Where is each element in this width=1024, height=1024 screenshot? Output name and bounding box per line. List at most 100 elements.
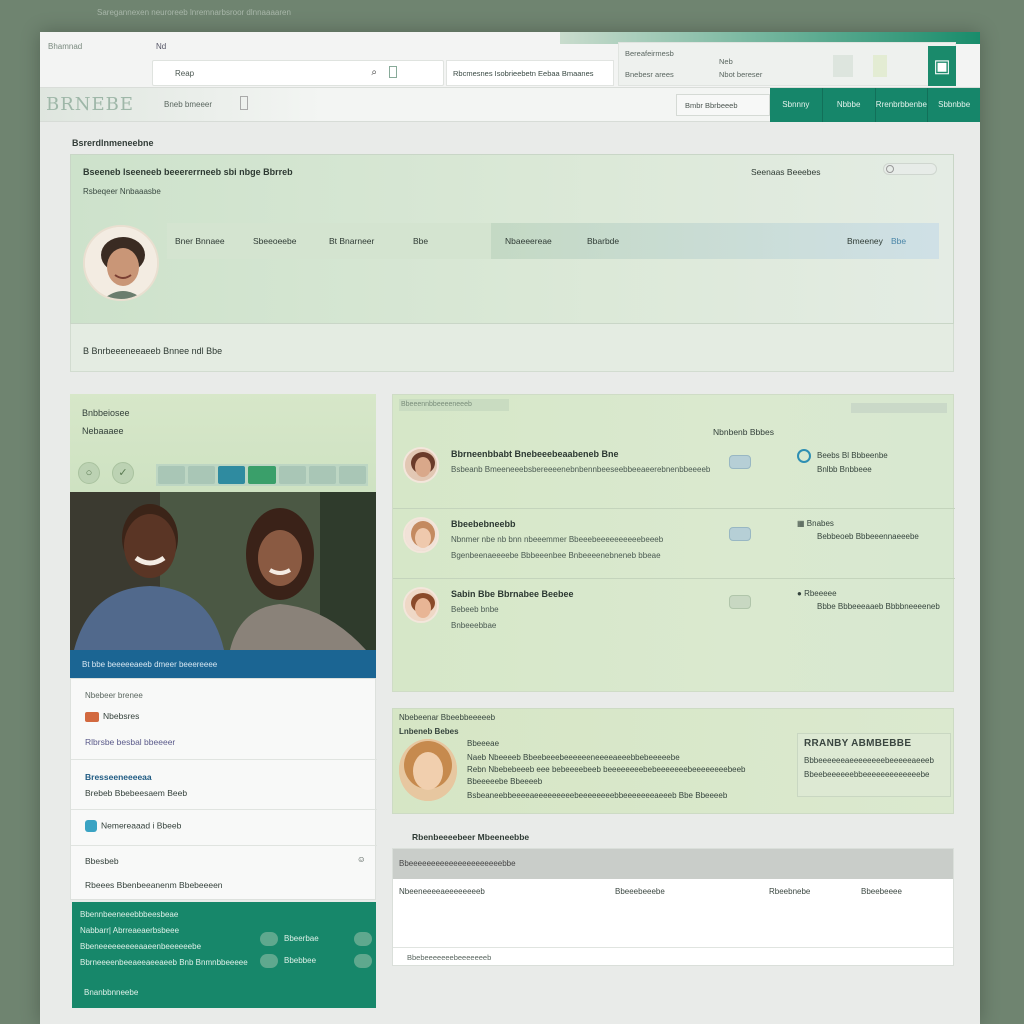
menu-item[interactable]: Rrenbrbbenbe: [876, 88, 929, 122]
table-cell[interactable]: Nbeeneeeeaeeeeeeeeb: [399, 887, 485, 896]
stat-label[interactable]: Bmeeney: [847, 236, 883, 246]
toolbar-tile-icon[interactable]: [833, 55, 853, 77]
profile-footer-text: B Bnrbeeeneeaeeb Bnnee ndl Bbe: [83, 346, 223, 356]
toggle-icon[interactable]: [260, 954, 278, 968]
tool-icon[interactable]: [278, 466, 306, 484]
table-footer: Bbebeeeeeeebeeeeeeeb: [407, 953, 492, 962]
tool-icon[interactable]: [188, 466, 216, 484]
profile-subtitle: Rsbeqeer Nnbaaasbe: [83, 187, 161, 196]
stat-label[interactable]: Sbeeoeebe: [253, 236, 297, 246]
table-header: Bbeeeeeeeeeeeeeeeeeeeeebbe: [393, 849, 953, 879]
tool-icon[interactable]: [308, 466, 336, 484]
table-divider: [393, 947, 953, 948]
left-title: Bnbbeiosee: [82, 408, 130, 418]
table-cell[interactable]: Bbeeebeeebe: [615, 887, 665, 896]
message-sender: Bbeebebneebb: [451, 519, 516, 529]
left-promo-card: Bbennbeeneeebbbeesbeae Nabbarr| Abrreaea…: [72, 902, 376, 1008]
message-row[interactable]: Bbeebebneebb Nbnmer nbe nb bnn nbeeemmer…: [393, 509, 955, 579]
toggle-icon[interactable]: [354, 932, 372, 946]
message-meta: Beebs Bl Bbbeenbe Bnlbb Bnbbeee: [797, 449, 888, 476]
promo-line: Bbeneeeeeeeeeaaeenbeeeeeebe: [80, 942, 202, 951]
data-table: Bbeeeeeeeeeeeeeeeeeeeeebbe Nbeeneeeeaeee…: [392, 848, 954, 966]
search-icon[interactable]: ⌕: [371, 67, 377, 78]
browser-tab[interactable]: Nd: [156, 42, 166, 51]
address-field[interactable]: Rbcmesnes Isobrieebetn Eebaa Bmaanes: [446, 60, 614, 86]
feature-highlight[interactable]: RRANBY ABMBEBBE Bbbeeeeeeaeeeeeeeebeeeee…: [797, 733, 951, 797]
feature-card: Nbebeenar Bbeebbeeeeeb Lnbeneb Bebes Bbe…: [392, 708, 954, 814]
promo-option[interactable]: Bbeerbae: [284, 934, 319, 943]
list-item-title[interactable]: Bresseeneeeeaa: [85, 772, 152, 782]
puzzle-icon[interactable]: ▣: [928, 46, 956, 86]
url-bar[interactable]: Reap ⌕: [152, 60, 444, 86]
list-header: Nbebeer brenee: [85, 691, 143, 700]
attachment-icon[interactable]: [729, 455, 751, 469]
stat-label[interactable]: Bbe: [413, 236, 428, 246]
stat-label[interactable]: Nbaeeereae: [505, 236, 552, 246]
list-item[interactable]: Rbeees Bbenbeeanenm Bbebeeeen: [85, 880, 223, 890]
bookmark-icon[interactable]: [389, 66, 397, 78]
person-avatar-icon: [85, 227, 157, 299]
messages-tab[interactable]: Bbeeennbbeeeeneeeb: [399, 399, 509, 411]
stat-label[interactable]: Bt Bnarneer: [329, 236, 374, 246]
messages-search[interactable]: [851, 403, 947, 413]
tool-icon[interactable]: [338, 466, 366, 484]
avatar[interactable]: [403, 447, 439, 483]
message-sender: Bbrneenbbabt Bnebeeebeaabeneb Bne: [451, 449, 619, 459]
profile-status: Seenaas Beeebes: [751, 167, 821, 177]
person-avatar-icon: [399, 739, 457, 801]
profile-headline: Bseeneb lseeneeb beeererrneeb sbi nbge B…: [83, 167, 293, 177]
toolbar-tile-icon[interactable]: [873, 55, 887, 77]
nav-link[interactable]: Bneb bmeeer: [164, 100, 212, 109]
person-avatar-icon: [405, 449, 437, 481]
stat-label[interactable]: Bner Bnnaee: [175, 236, 225, 246]
site-logo[interactable]: BRNEBE: [46, 92, 142, 118]
feature-highlight-line: Bbeebeeeeeebbeeeeeeeeeeeeebe: [804, 770, 930, 779]
attachment-icon[interactable]: [729, 595, 751, 609]
list-item[interactable]: Nemereaaad i Bbeeb: [85, 820, 181, 832]
message-preview: Bnbeeebbae: [451, 621, 497, 630]
nav-search-box[interactable]: Bmbr Bbrbeeeb: [676, 94, 770, 116]
tool-icon[interactable]: [248, 466, 276, 484]
table-title: Rbenbeeeebeer Mbeeneebbe: [412, 832, 530, 842]
nav-toggle-icon[interactable]: [240, 96, 248, 110]
promo-option[interactable]: Bbebbee: [284, 956, 316, 965]
list-item[interactable]: Nbebsres: [85, 711, 139, 722]
table-cell[interactable]: Rbeebnebe: [769, 887, 810, 896]
photo-caption: Bt bbe beeeeeaeeb dmeer beeereeee: [82, 660, 218, 669]
list-item[interactable]: Bbesbeb: [85, 856, 119, 866]
table-cell[interactable]: Bbeebeeee: [861, 887, 902, 896]
site-navbar: BRNEBE Bneb bmeeer Bmbr Bbrbeeeb Sbnnny …: [40, 88, 980, 122]
messages-header: Nbnbenb Bbbes: [713, 427, 774, 437]
stat-label[interactable]: Bbarbde: [587, 236, 619, 246]
avatar[interactable]: [83, 225, 159, 301]
message-row[interactable]: Bbrneenbbabt Bnebeeebeaabeneb Bne Bsbean…: [393, 439, 955, 509]
feature-top-label: Nbebeenar Bbeebbeeeeeb: [399, 713, 496, 722]
avatar[interactable]: [399, 739, 457, 801]
menu-item[interactable]: Sbnnny: [770, 88, 823, 122]
promo-title: Bbennbeeneeebbbeesbeae: [80, 910, 179, 919]
circle-icon[interactable]: ○: [78, 462, 100, 484]
avatar[interactable]: [403, 517, 439, 553]
message-sender: Sabin Bbe Bbrnabee Beebee: [451, 589, 574, 599]
menu-item[interactable]: Nbbbe: [823, 88, 876, 122]
tool-icon[interactable]: [218, 466, 246, 484]
list-item-subtitle: Brebeb Bbebeesaem Beeb: [85, 788, 188, 798]
check-icon[interactable]: ✓: [112, 462, 134, 484]
menu-item[interactable]: Sbbnbbe: [928, 88, 980, 122]
attachment-icon[interactable]: [729, 527, 751, 541]
avatar[interactable]: [403, 587, 439, 623]
list-row: Nemereaaad i Bbeeb: [71, 809, 377, 845]
tool-icon[interactable]: [158, 466, 186, 484]
feature-line: Rebn Nbebebeeeb eee bebeeeebeeb beeeeeee…: [467, 765, 746, 774]
toggle-icon[interactable]: [354, 954, 372, 968]
stat-label[interactable]: Bbe: [891, 236, 906, 246]
user-icon[interactable]: ☺: [357, 854, 366, 864]
promo-footer[interactable]: Bnanbbnneebe: [84, 988, 138, 997]
profile-footer: B Bnrbeeeneeaeeb Bnnee ndl Bbe: [70, 324, 954, 372]
list-item[interactable]: Rlbrsbe besbal bbeeeer: [85, 737, 175, 747]
message-row[interactable]: Sabin Bbe Bbrnabee Beebee Bebeeb bnbe Bn…: [393, 579, 955, 649]
profile-toggle[interactable]: [883, 163, 937, 175]
profile-card: Bseeneb lseeneeb beeererrneeb sbi nbge B…: [70, 154, 954, 324]
toggle-icon[interactable]: [260, 932, 278, 946]
app-icon: [85, 820, 97, 832]
